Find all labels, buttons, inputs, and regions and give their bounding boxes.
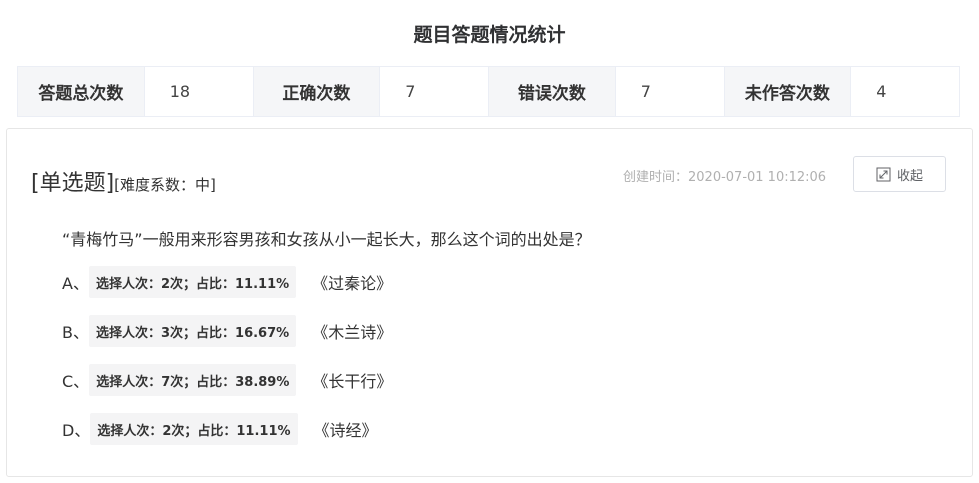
question-text: “青梅竹马”一般用来形容男孩和女孩从小一起长大，那么这个词的出处是？	[62, 230, 591, 249]
option-text: 《诗经》	[313, 421, 378, 440]
collapse-button[interactable]: 收起	[853, 156, 946, 192]
created-time: 创建时间：2020-07-01 10:12:06	[623, 170, 827, 185]
question-card: [单选题] [难度系数：中] 创建时间：2020-07-01 10:12:06 …	[6, 128, 973, 477]
option-stat: 选择人次：2次；占比：11.11%	[90, 413, 298, 445]
stat-label-wrong: 错误次数	[489, 67, 616, 116]
option-stat: 选择人次：3次；占比：16.67%	[88, 315, 297, 347]
stat-value-correct: 7	[380, 67, 489, 116]
stat-label-total: 答题总次数	[18, 67, 145, 116]
option-letter: D、	[62, 421, 91, 440]
option-letter: A、	[62, 274, 89, 293]
option-c: C、 选择人次：7次；占比：38.89% 《长干行》	[62, 364, 392, 396]
option-stat: 选择人次：7次；占比：38.89%	[89, 364, 297, 396]
option-letter: B、	[62, 323, 89, 342]
question-type-line: [单选题] [难度系数：中]	[31, 165, 216, 197]
option-d: D、 选择人次：2次；占比：11.11% 《诗经》	[62, 413, 378, 445]
option-text: 《木兰诗》	[312, 323, 393, 342]
option-a: A、 选择人次：2次；占比：11.11% 《过秦论》	[62, 266, 392, 298]
option-b: B、 选择人次：3次；占比：16.67% 《木兰诗》	[62, 315, 392, 347]
option-text: 《长干行》	[312, 372, 393, 391]
question-difficulty: [难度系数：中]	[114, 176, 216, 194]
collapse-label: 收起	[896, 168, 923, 184]
collapse-icon	[876, 167, 891, 182]
stats-bar: 答题总次数 18 正确次数 7 错误次数 7 未作答次数 4	[17, 66, 960, 117]
option-text: 《过秦论》	[312, 274, 393, 293]
option-stat: 选择人次：2次；占比：11.11%	[88, 266, 297, 298]
stat-value-unanswered: 4	[851, 67, 960, 116]
page-title: 题目答题情况统计	[413, 24, 566, 46]
stat-value-wrong: 7	[615, 67, 725, 116]
question-type: [单选题]	[31, 171, 115, 196]
stat-value-total: 18	[144, 67, 254, 116]
option-letter: C、	[62, 372, 90, 391]
stat-label-unanswered: 未作答次数	[724, 67, 852, 116]
stat-label-correct: 正确次数	[253, 67, 381, 116]
